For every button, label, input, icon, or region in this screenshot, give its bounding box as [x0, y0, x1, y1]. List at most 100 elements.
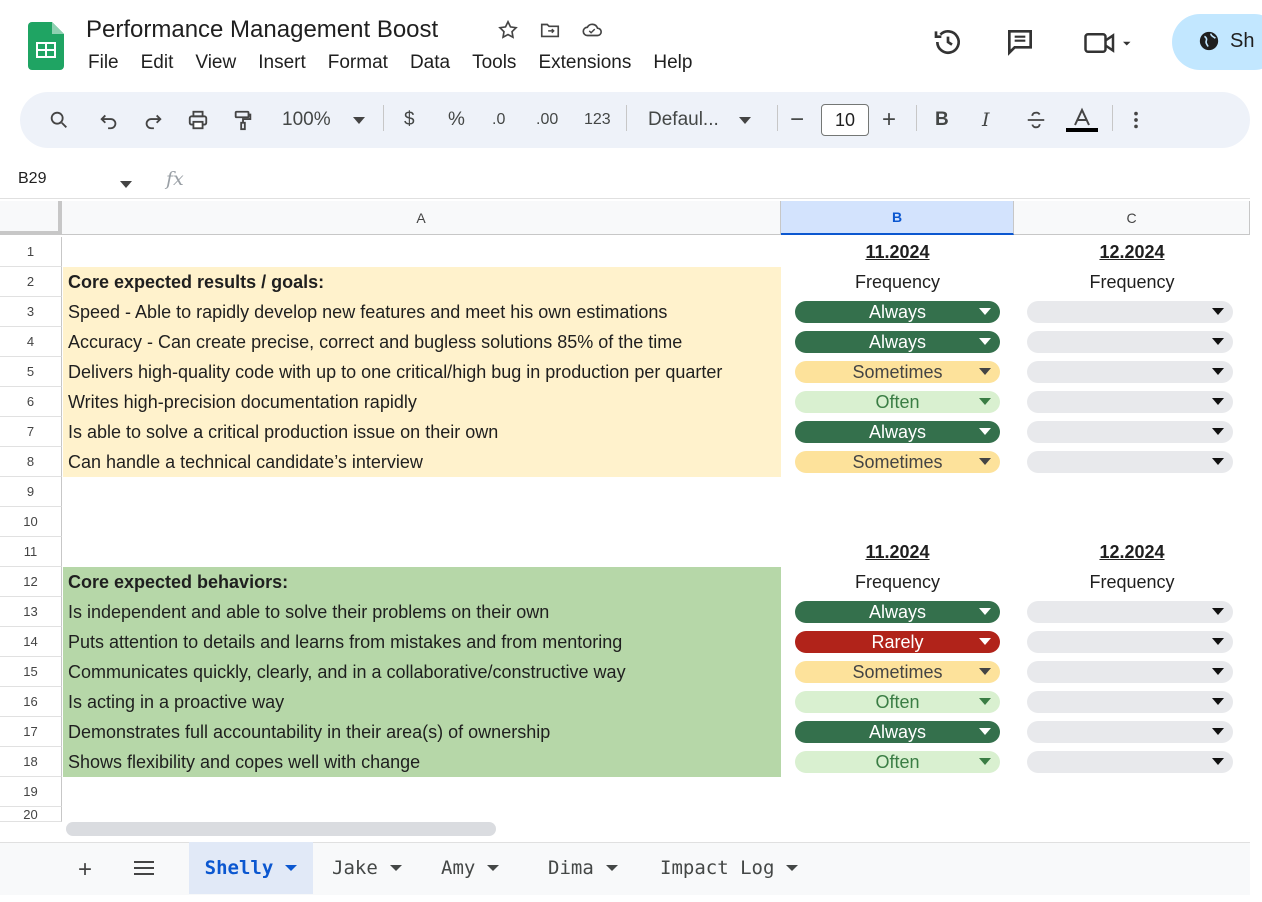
formula-input[interactable]	[200, 168, 1250, 194]
share-button[interactable]: Sh	[1172, 14, 1262, 70]
increase-font-size-button[interactable]: +	[882, 92, 896, 148]
criterion-cell[interactable]: Speed - Able to rapidly develop new feat…	[63, 297, 781, 327]
row-header[interactable]: 14	[0, 627, 62, 657]
frequency-dropdown-chip-empty[interactable]	[1027, 721, 1233, 743]
frequency-dropdown-chip-empty[interactable]	[1027, 601, 1233, 623]
frequency-dropdown-chip[interactable]: Sometimes	[795, 661, 1000, 683]
name-box[interactable]: B29	[18, 170, 46, 188]
criterion-cell[interactable]: Demonstrates full accountability in thei…	[63, 717, 781, 747]
more-options-icon[interactable]	[1132, 92, 1140, 148]
row-header[interactable]: 8	[0, 447, 62, 477]
sheets-logo-icon[interactable]	[28, 22, 64, 70]
criterion-cell[interactable]: Writes high-precision documentation rapi…	[63, 387, 781, 417]
redo-icon[interactable]	[142, 92, 164, 148]
bold-button[interactable]: B	[935, 92, 949, 148]
row-header[interactable]: 20	[0, 807, 62, 822]
zoom-select[interactable]: 100%	[282, 92, 365, 148]
frequency-dropdown-chip-empty[interactable]	[1027, 661, 1233, 683]
comments-icon[interactable]	[1004, 26, 1036, 63]
criterion-cell[interactable]: Puts attention to details and learns fro…	[63, 627, 781, 657]
menu-view[interactable]: View	[195, 52, 236, 74]
font-select[interactable]: Defaul...	[648, 92, 751, 148]
document-title[interactable]: Performance Management Boost	[86, 16, 438, 44]
row-header[interactable]: 7	[0, 417, 62, 447]
text-color-icon[interactable]	[1066, 92, 1098, 148]
column-header-a[interactable]: A	[62, 201, 781, 235]
criterion-cell[interactable]: Communicates quickly, clearly, and in a …	[63, 657, 781, 687]
menu-extensions[interactable]: Extensions	[538, 52, 631, 74]
frequency-dropdown-chip-empty[interactable]	[1027, 301, 1233, 323]
row-header[interactable]: 5	[0, 357, 62, 387]
meet-video-icon[interactable]	[1080, 28, 1136, 63]
cloud-status-icon[interactable]	[580, 18, 604, 42]
increase-decimal-button[interactable]: .00	[536, 92, 558, 148]
menu-insert[interactable]: Insert	[258, 52, 306, 74]
row-header[interactable]: 2	[0, 267, 62, 297]
frequency-dropdown-chip[interactable]: Often	[795, 751, 1000, 773]
frequency-dropdown-chip[interactable]: Sometimes	[795, 361, 1000, 383]
row-header[interactable]: 6	[0, 387, 62, 417]
frequency-dropdown-chip-empty[interactable]	[1027, 451, 1233, 473]
column-header-b[interactable]: B	[781, 201, 1014, 235]
row-header[interactable]: 11	[0, 537, 62, 567]
menu-help[interactable]: Help	[653, 52, 692, 74]
frequency-dropdown-chip[interactable]: Often	[795, 691, 1000, 713]
format-percent-button[interactable]: %	[448, 92, 465, 148]
row-header[interactable]: 1	[0, 237, 62, 267]
version-history-icon[interactable]	[932, 26, 964, 63]
criterion-cell[interactable]: Is able to solve a critical production i…	[63, 417, 781, 447]
menu-data[interactable]: Data	[410, 52, 450, 74]
frequency-dropdown-chip-empty[interactable]	[1027, 421, 1233, 443]
print-icon[interactable]	[186, 92, 210, 148]
row-header[interactable]: 4	[0, 327, 62, 357]
name-box-caret-icon[interactable]	[120, 176, 132, 194]
row-header[interactable]: 15	[0, 657, 62, 687]
row-header[interactable]: 12	[0, 567, 62, 597]
sheet-tab-amy[interactable]: Amy	[441, 842, 500, 894]
all-sheets-icon[interactable]	[132, 858, 156, 883]
add-sheet-icon[interactable]: +	[78, 856, 92, 884]
row-header[interactable]: 9	[0, 477, 62, 507]
font-size-input[interactable]: 10	[821, 104, 869, 136]
decrease-decimal-button[interactable]: .0	[492, 92, 505, 148]
star-icon[interactable]	[496, 18, 520, 42]
sheet-tab-jake[interactable]: Jake	[332, 842, 402, 894]
frequency-dropdown-chip[interactable]: Always	[795, 301, 1000, 323]
row-header[interactable]: 18	[0, 747, 62, 777]
frequency-dropdown-chip[interactable]: Often	[795, 391, 1000, 413]
move-to-folder-icon[interactable]	[538, 18, 562, 42]
frequency-dropdown-chip[interactable]: Rarely	[795, 631, 1000, 653]
row-header[interactable]: 16	[0, 687, 62, 717]
horizontal-scrollbar[interactable]	[66, 822, 496, 836]
row-header[interactable]: 3	[0, 297, 62, 327]
frequency-dropdown-chip-empty[interactable]	[1027, 361, 1233, 383]
menu-format[interactable]: Format	[328, 52, 388, 74]
criterion-cell[interactable]: Is acting in a proactive way	[63, 687, 781, 717]
frequency-dropdown-chip[interactable]: Always	[795, 331, 1000, 353]
italic-button[interactable]: I	[982, 92, 990, 148]
frequency-dropdown-chip[interactable]: Always	[795, 601, 1000, 623]
sheet-tab-impact-log[interactable]: Impact Log	[660, 842, 799, 894]
row-header[interactable]: 10	[0, 507, 62, 537]
row-header[interactable]: 17	[0, 717, 62, 747]
criterion-cell[interactable]: Is independent and able to solve their p…	[63, 597, 781, 627]
criterion-cell[interactable]: Can handle a technical candidate’s inter…	[63, 447, 781, 477]
strikethrough-icon[interactable]	[1024, 92, 1048, 148]
more-formats-button[interactable]: 123	[584, 92, 611, 148]
frequency-dropdown-chip-empty[interactable]	[1027, 751, 1233, 773]
sheet-tab-shelly[interactable]: Shelly	[189, 842, 313, 894]
frequency-dropdown-chip[interactable]: Always	[795, 721, 1000, 743]
format-currency-button[interactable]: $	[404, 92, 415, 148]
frequency-dropdown-chip-empty[interactable]	[1027, 691, 1233, 713]
select-all-corner[interactable]	[0, 201, 62, 235]
frequency-dropdown-chip-empty[interactable]	[1027, 331, 1233, 353]
section-heading[interactable]: Core expected results / goals:	[63, 267, 781, 297]
menu-tools[interactable]: Tools	[472, 52, 516, 74]
menu-file[interactable]: File	[88, 52, 119, 74]
frequency-dropdown-chip-empty[interactable]	[1027, 631, 1233, 653]
sheet-tab-dima[interactable]: Dima	[548, 842, 618, 894]
column-header-c[interactable]: C	[1014, 201, 1250, 235]
undo-icon[interactable]	[98, 92, 120, 148]
criterion-cell[interactable]: Delivers high-quality code with up to on…	[63, 357, 781, 387]
frequency-dropdown-chip-empty[interactable]	[1027, 391, 1233, 413]
